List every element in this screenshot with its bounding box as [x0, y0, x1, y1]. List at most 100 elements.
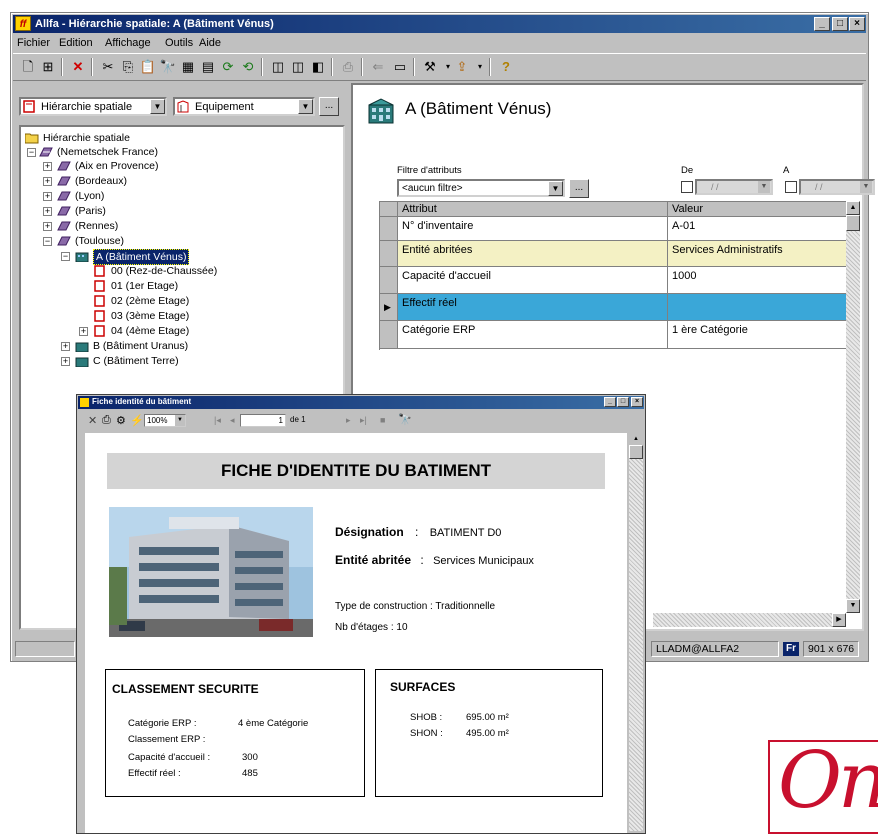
row-selector[interactable] [380, 217, 398, 241]
floor-icon [94, 280, 105, 292]
expand-icon[interactable]: + [79, 327, 88, 336]
type-combo[interactable]: Equipement ▼ [173, 97, 315, 116]
first-page-icon[interactable]: |◂ [214, 415, 221, 426]
expand-icon[interactable]: + [43, 177, 52, 186]
copy-icon[interactable]: ⎘ [119, 58, 137, 76]
expand-icon[interactable]: + [43, 222, 52, 231]
view-combo[interactable]: Hiérarchie spatiale ▼ [19, 97, 167, 116]
expand-icon[interactable]: + [43, 192, 52, 201]
scroll-up-icon[interactable]: ▲ [846, 201, 860, 215]
expand-icon[interactable]: + [43, 162, 52, 171]
expand-icon[interactable]: + [61, 342, 70, 351]
table-cell-selected[interactable]: Effectif réel [398, 294, 668, 321]
filter-more-button[interactable]: ... [569, 179, 589, 198]
to-date-field[interactable]: / / ▼ [799, 179, 875, 195]
find-icon[interactable]: 🔭 [159, 58, 177, 76]
grid-view-icon[interactable]: ▦ [179, 58, 197, 76]
report-minimize-button[interactable]: _ [604, 397, 616, 407]
scroll-right-icon[interactable]: ▶ [832, 613, 846, 627]
from-checkbox[interactable] [681, 181, 693, 193]
add-doc-icon[interactable]: ⊞ [39, 58, 57, 76]
table-cell[interactable]: Catégorie ERP [398, 321, 668, 349]
expand-icon[interactable]: + [61, 357, 70, 366]
collapse-icon[interactable]: − [43, 237, 52, 246]
chevron-down-icon[interactable]: ▾ [471, 58, 489, 76]
zoom-combo[interactable]: 100% ▼ [144, 414, 186, 427]
menu-fichier[interactable]: Fichier [17, 37, 50, 49]
stop-icon[interactable]: ■ [380, 415, 385, 425]
vertical-scrollbar[interactable]: ▲ ▼ [846, 201, 860, 613]
new-doc-icon[interactable]: 🗋 [19, 58, 37, 76]
export-icon[interactable]: ⇪ [453, 58, 471, 76]
chevron-down-icon[interactable]: ▼ [548, 181, 563, 196]
scroll-thumb[interactable] [846, 215, 860, 231]
row-selector[interactable] [380, 267, 398, 294]
language-badge[interactable]: Fr [783, 642, 799, 656]
filter-combo[interactable]: <aucun filtre> ▼ [397, 179, 565, 197]
table-cell[interactable]: N° d'inventaire [398, 217, 668, 241]
table-cell[interactable]: Services Administratifs [668, 241, 859, 267]
report-close-button[interactable]: × [631, 397, 643, 407]
collapse-icon[interactable]: − [27, 148, 36, 157]
table-cell[interactable]: A-01 [668, 217, 859, 241]
export-icon[interactable]: ⚡ [130, 414, 144, 427]
menu-edition[interactable]: Edition [59, 37, 93, 49]
scroll-thumb[interactable] [629, 445, 643, 459]
chevron-down-icon[interactable]: ▼ [175, 415, 185, 426]
print-icon[interactable]: ⎙ [102, 414, 111, 427]
layout-1-icon[interactable]: ◫ [269, 58, 287, 76]
next-page-icon[interactable]: ▸ [346, 415, 351, 426]
search-icon[interactable]: 🔭 [398, 413, 412, 426]
chevron-down-icon[interactable]: ▼ [758, 181, 770, 193]
more-button[interactable]: ... [319, 97, 339, 116]
table-cell[interactable]: 1000 [668, 267, 859, 294]
report-maximize-button[interactable]: □ [617, 397, 629, 407]
help-icon[interactable]: ? [497, 58, 515, 76]
table-cell[interactable]: 1 ère Catégorie [668, 321, 859, 349]
close-button[interactable]: × [849, 17, 865, 31]
menu-affichage[interactable]: Affichage [105, 37, 151, 49]
tools-icon[interactable]: ⚒ [421, 58, 439, 76]
back-icon[interactable]: ⇐ [369, 58, 387, 76]
paste-icon[interactable]: 📋 [139, 58, 157, 76]
row-selector[interactable] [380, 321, 398, 349]
print-icon[interactable]: ⎙ [339, 58, 357, 76]
close-icon[interactable]: ✕ [88, 414, 97, 427]
page-number-field[interactable]: 1 [240, 414, 286, 427]
chevron-down-icon[interactable]: ▼ [860, 181, 872, 193]
chevron-down-icon[interactable]: ▼ [150, 99, 165, 114]
current-row-arrow-icon[interactable]: ▶ [380, 294, 398, 321]
horizontal-scrollbar[interactable]: ▶ [653, 613, 846, 627]
scroll-up-icon[interactable]: ▲ [629, 433, 643, 445]
window-icon[interactable]: ▭ [391, 58, 409, 76]
refresh-all-icon[interactable]: ⟲ [239, 58, 257, 76]
table-cell-selected[interactable] [668, 294, 859, 321]
report-vertical-scrollbar[interactable]: ▲ [629, 433, 643, 831]
layout-2-icon[interactable]: ◫ [289, 58, 307, 76]
chevron-down-icon[interactable]: ▼ [298, 99, 313, 114]
security-value: 300 [242, 752, 258, 763]
refresh-icon[interactable]: ⟳ [219, 58, 237, 76]
scroll-down-icon[interactable]: ▼ [846, 599, 860, 613]
form-view-icon[interactable]: ▤ [199, 58, 217, 76]
delete-icon[interactable]: ✕ [69, 58, 87, 76]
last-page-icon[interactable]: ▸| [360, 415, 367, 426]
collapse-icon[interactable]: − [61, 252, 70, 261]
table-cell[interactable]: Capacité d'accueil [398, 267, 668, 294]
column-header-attribut[interactable]: Attribut [398, 202, 668, 217]
minimize-button[interactable]: _ [814, 17, 830, 31]
setup-icon[interactable]: ⚙ [116, 414, 126, 427]
maximize-button[interactable]: □ [832, 17, 848, 31]
to-checkbox[interactable] [785, 181, 797, 193]
from-date-field[interactable]: / / ▼ [695, 179, 773, 195]
layout-3-icon[interactable]: ◧ [309, 58, 327, 76]
prev-page-icon[interactable]: ◂ [230, 415, 235, 426]
row-selector[interactable] [380, 241, 398, 267]
expand-icon[interactable]: + [43, 207, 52, 216]
menu-aide[interactable]: Aide [199, 37, 221, 49]
table-cell[interactable]: Entité abritées [398, 241, 668, 267]
column-header-valeur[interactable]: Valeur [668, 202, 859, 217]
surfaces-box: SURFACES SHOB : 695.00 m² SHON : 495.00 … [375, 669, 603, 797]
cut-icon[interactable]: ✂ [99, 58, 117, 76]
menu-outils[interactable]: Outils [165, 37, 193, 49]
